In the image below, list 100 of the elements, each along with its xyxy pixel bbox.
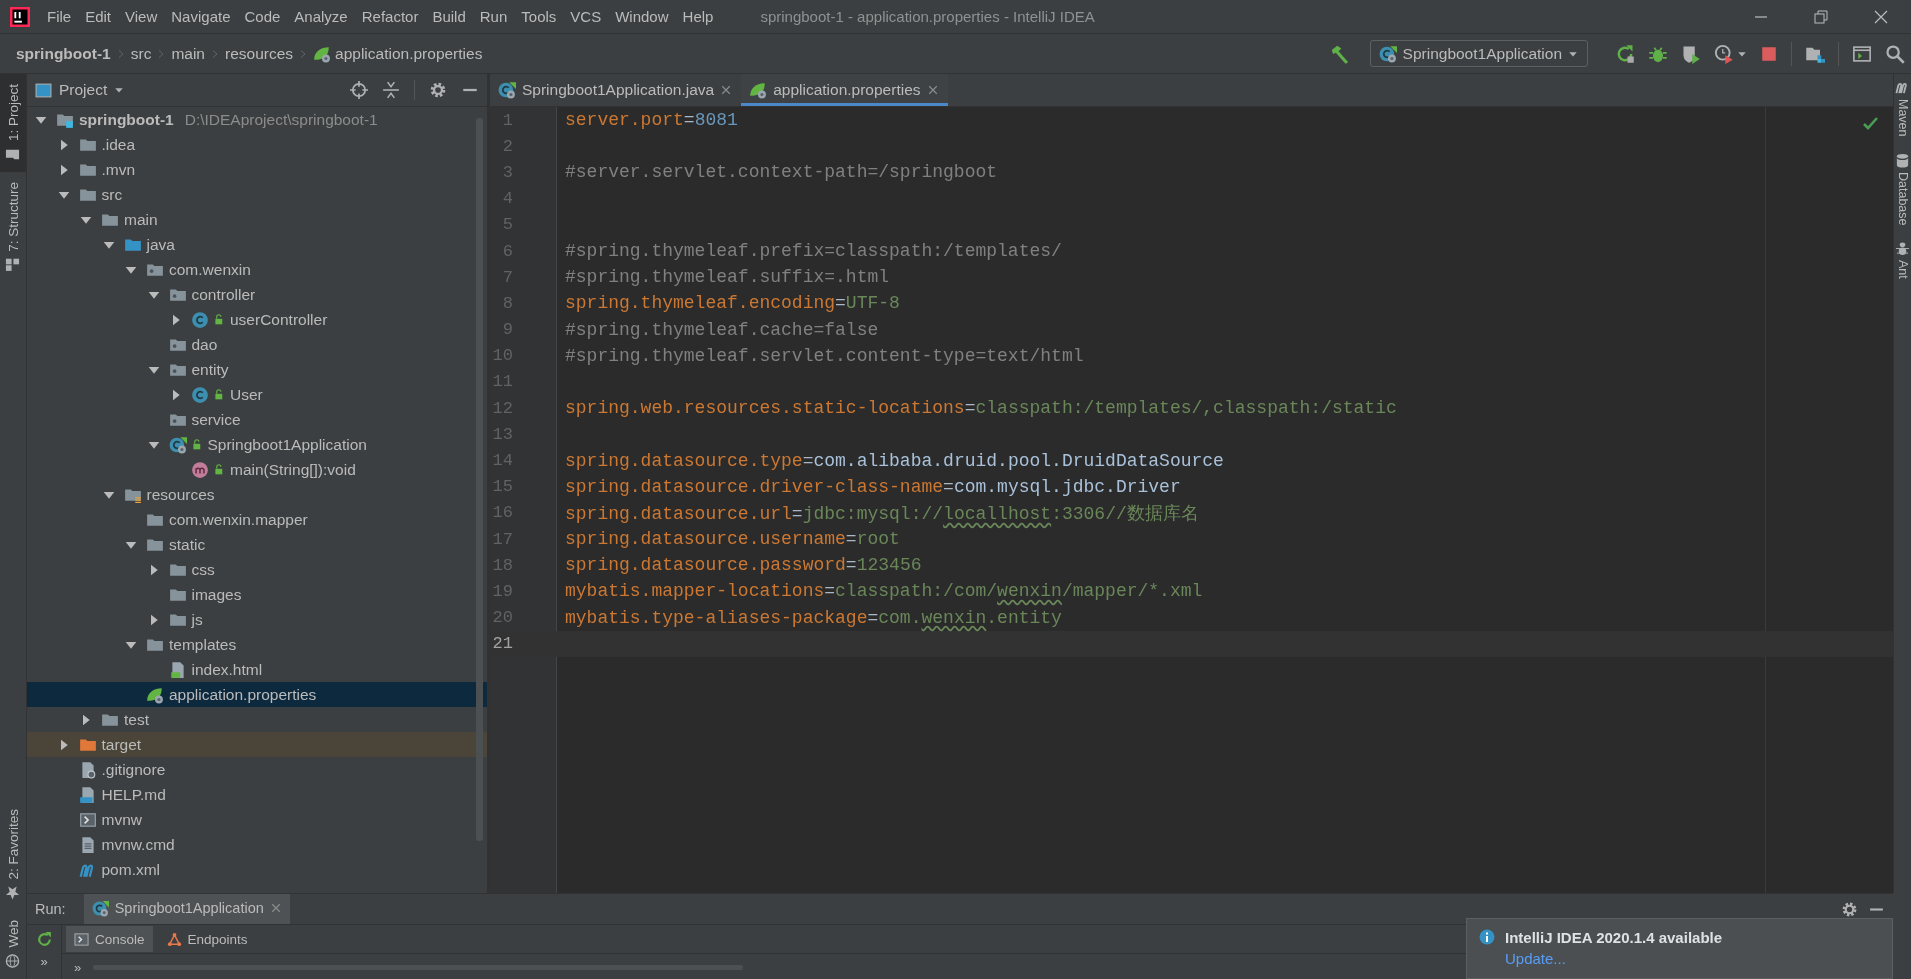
- stop-icon[interactable]: [1760, 44, 1778, 63]
- menu-item[interactable]: Analyze: [287, 4, 355, 29]
- run-tab[interactable]: Springboot1Application: [83, 894, 290, 924]
- file-icon: [78, 785, 97, 804]
- panel-label: Run:: [35, 901, 66, 917]
- search-icon[interactable]: [1885, 43, 1905, 64]
- tree-item[interactable]: main: [27, 207, 487, 232]
- breadcrumb[interactable]: main: [169, 42, 207, 65]
- tree-item[interactable]: application.properties: [27, 682, 487, 707]
- star-icon: [5, 885, 21, 901]
- tree-item[interactable]: static: [27, 532, 487, 557]
- app-logo-icon: [10, 6, 30, 27]
- code-line: server.port=8081: [565, 110, 738, 131]
- tree-item[interactable]: css: [27, 557, 487, 582]
- editor-tab[interactable]: Springboot1Application.java: [490, 74, 742, 106]
- tree-item[interactable]: templates: [27, 632, 487, 657]
- leaf-icon: [313, 44, 332, 63]
- close-icon[interactable]: [720, 84, 733, 96]
- breadcrumb[interactable]: resources: [223, 42, 296, 65]
- tree-item[interactable]: .mvn: [27, 157, 487, 182]
- tree-item[interactable]: com.wenxin: [27, 257, 487, 282]
- tree-item[interactable]: index.html: [27, 657, 487, 682]
- menu-item[interactable]: View: [118, 4, 165, 29]
- tree-item[interactable]: main(String[]):void: [27, 457, 487, 482]
- settings-icon[interactable]: [1841, 900, 1858, 918]
- breadcrumb[interactable]: src: [128, 42, 154, 65]
- leaf-icon: [146, 685, 164, 704]
- rerun-icon[interactable]: [1615, 43, 1635, 64]
- file-icon: [168, 660, 187, 679]
- close-icon[interactable]: [926, 84, 939, 96]
- tool-window-button[interactable]: Database: [1894, 146, 1911, 236]
- tree-item[interactable]: userController: [27, 307, 487, 332]
- tool-window-button[interactable]: 2: Favorites: [0, 798, 26, 911]
- tree-item[interactable]: .idea: [27, 132, 487, 157]
- tree-item[interactable]: entity: [27, 357, 487, 382]
- caret-icon: [114, 85, 125, 95]
- menu-item[interactable]: Tools: [514, 4, 564, 29]
- tree-item[interactable]: controller: [27, 282, 487, 307]
- tree-item[interactable]: Springboot1Application: [27, 432, 487, 457]
- tool-window-button[interactable]: Maven: [1894, 74, 1911, 147]
- tool-window-button[interactable]: Web: [0, 910, 26, 979]
- tool-tab[interactable]: Console: [66, 926, 153, 952]
- terminal-icon: [74, 931, 89, 947]
- tree-item[interactable]: service: [27, 407, 487, 432]
- tree-item[interactable]: dao: [27, 332, 487, 357]
- tree-item[interactable]: mvnw.cmd: [27, 832, 487, 857]
- menu-item[interactable]: Edit: [78, 4, 119, 29]
- globe-icon: [5, 954, 21, 969]
- restore-icon[interactable]: [1813, 8, 1829, 25]
- menu-item[interactable]: Window: [608, 4, 676, 29]
- tree-item[interactable]: com.wenxin.mapper: [27, 507, 487, 532]
- tool-tab[interactable]: Endpoints: [158, 926, 256, 952]
- collapse-arrow-icon[interactable]: [80, 713, 92, 726]
- tree-item[interactable]: src: [27, 182, 487, 207]
- run-configuration-dropdown[interactable]: Springboot1Application: [1369, 40, 1588, 67]
- menu-item[interactable]: Navigate: [164, 4, 238, 29]
- menu-item[interactable]: Refactor: [354, 4, 426, 29]
- tree-item[interactable]: images: [27, 582, 487, 607]
- tree-item[interactable]: java: [27, 232, 487, 257]
- tree-item[interactable]: test: [27, 707, 487, 732]
- locate-icon[interactable]: [350, 81, 368, 99]
- rerun-icon[interactable]: [35, 931, 53, 948]
- code-line: mybatis.type-aliases-package=com.wenxin.entity: [565, 607, 1062, 628]
- collapse-arrow-icon[interactable]: [170, 313, 182, 326]
- tree-item[interactable]: pom.xml: [27, 857, 487, 882]
- collapse-arrow-icon[interactable]: [170, 388, 182, 401]
- close-icon[interactable]: [1873, 8, 1889, 25]
- tree-item[interactable]: target: [27, 732, 487, 757]
- tree-item[interactable]: js: [27, 607, 487, 632]
- code-line: spring.datasource.driver-class-name=com.mysql.jdbc.Driver: [565, 476, 1181, 497]
- menu-item[interactable]: File: [40, 4, 79, 29]
- tree-item[interactable]: resources: [27, 482, 487, 507]
- update-link[interactable]: Update...: [1505, 950, 1723, 967]
- tool-window-button[interactable]: 7: Structure: [0, 172, 26, 283]
- scrollbar-thumb[interactable]: [476, 118, 483, 841]
- window-icon[interactable]: [1852, 43, 1872, 64]
- view-selector[interactable]: Project: [33, 79, 127, 101]
- overflow-button[interactable]: »: [40, 954, 48, 969]
- menu-item[interactable]: Help: [675, 4, 721, 29]
- menu-item[interactable]: VCS: [563, 4, 609, 29]
- maven-icon: [1895, 80, 1910, 95]
- tree-item[interactable]: mvnw: [27, 807, 487, 832]
- database-icon: [1895, 152, 1910, 168]
- menu-item[interactable]: Build: [425, 4, 473, 29]
- method-icon: [191, 460, 209, 479]
- tree-item[interactable]: User: [27, 382, 487, 407]
- collapse-all-icon[interactable]: [382, 81, 400, 99]
- tree-item[interactable]: springboot-1 D:\IDEAproject\springboot-1: [27, 107, 487, 132]
- breadcrumb[interactable]: springboot-1: [14, 42, 113, 65]
- tree-item[interactable]: .gitignore: [27, 757, 487, 782]
- tool-window-button[interactable]: 1: Project: [0, 74, 26, 173]
- menu-item[interactable]: Run: [472, 4, 515, 29]
- tool-window-button[interactable]: Ant: [1894, 235, 1911, 289]
- tree-item[interactable]: HELP.md: [27, 782, 487, 807]
- settings-icon[interactable]: [429, 81, 447, 99]
- code-line: spring.web.resources.static-locations=classpath:/templates/,classpath:/static: [565, 398, 1397, 419]
- overflow-button[interactable]: »: [74, 959, 82, 975]
- profiler-icon[interactable]: [1714, 43, 1734, 64]
- menu-item[interactable]: Code: [237, 4, 288, 29]
- breadcrumb[interactable]: application.properties: [311, 42, 485, 65]
